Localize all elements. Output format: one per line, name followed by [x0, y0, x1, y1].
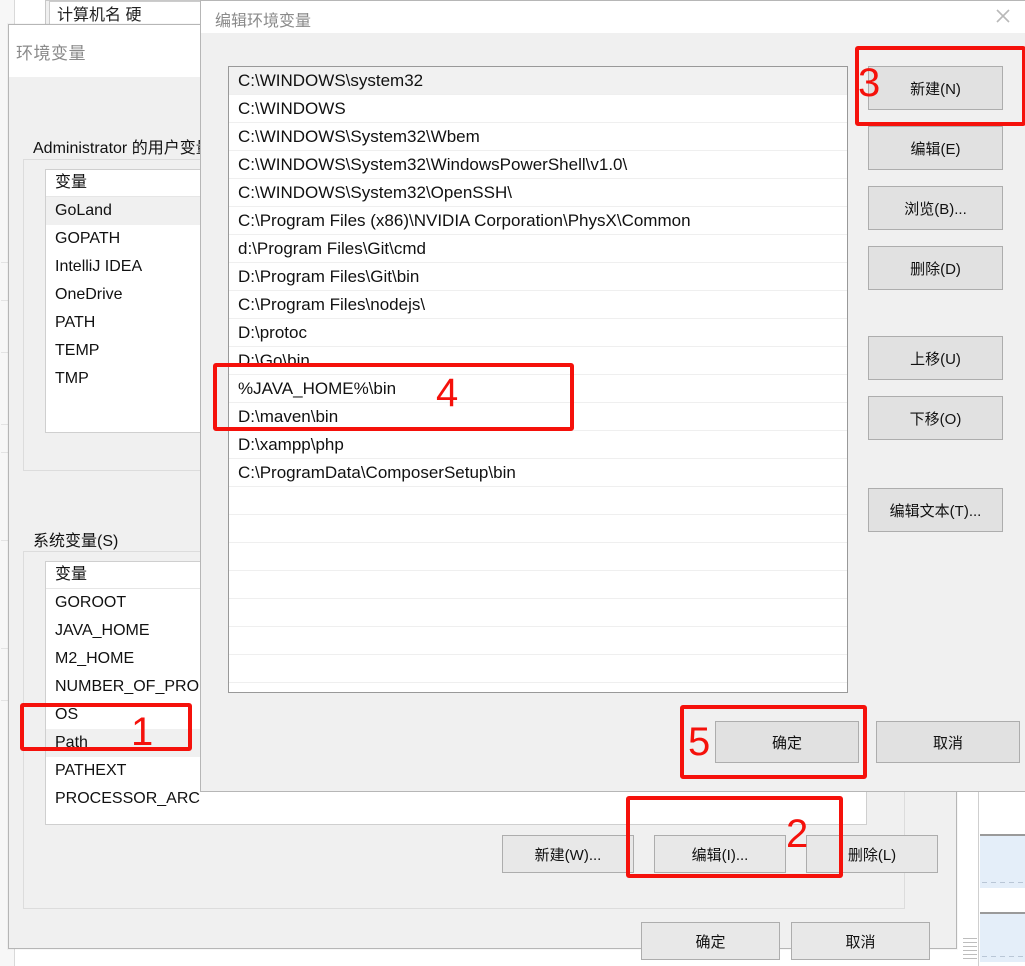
edit-dialog-delete-button[interactable]: 删除(D) — [868, 246, 1003, 290]
path-entry-row[interactable]: D:\maven\bin — [229, 403, 847, 431]
path-entry-row[interactable]: C:\Program Files\nodejs\ — [229, 291, 847, 319]
edit-environment-variable-dialog: 编辑环境变量 C:\WINDOWS\system32 C:\WINDOWS C:… — [200, 0, 1025, 792]
edit-dialog-edit-button[interactable]: 编辑(E) — [868, 126, 1003, 170]
edit-dialog-edit-text-button[interactable]: 编辑文本(T)... — [868, 488, 1003, 532]
path-entry-row[interactable]: C:\WINDOWS\System32\Wbem — [229, 123, 847, 151]
path-entry-row[interactable]: D:\Go\bin — [229, 347, 847, 375]
system-delete-button[interactable]: 删除(L) — [806, 835, 938, 873]
path-entry-row[interactable]: D:\Program Files\Git\bin — [229, 263, 847, 291]
edit-dialog-body: C:\WINDOWS\system32 C:\WINDOWS C:\WINDOW… — [201, 33, 1025, 791]
env-dialog-title: 环境变量 — [16, 44, 86, 63]
path-entry-row[interactable]: D:\protoc — [229, 319, 847, 347]
path-entry-blank[interactable] — [229, 543, 847, 571]
path-entry-row[interactable]: C:\WINDOWS\System32\OpenSSH\ — [229, 179, 847, 207]
path-entry-blank[interactable] — [229, 627, 847, 655]
path-entry-blank[interactable] — [229, 599, 847, 627]
edit-dialog-move-down-button[interactable]: 下移(O) — [868, 396, 1003, 440]
edit-dialog-new-button[interactable]: 新建(N) — [868, 66, 1003, 110]
path-entry-row[interactable]: C:\ProgramData\ComposerSetup\bin — [229, 459, 847, 487]
path-entry-blank[interactable] — [229, 571, 847, 599]
path-entry-blank[interactable] — [229, 487, 847, 515]
path-entry-blank[interactable] — [229, 655, 847, 683]
env-dialog-ok-button[interactable]: 确定 — [641, 922, 780, 960]
edit-dialog-titlebar: 编辑环境变量 — [201, 1, 1025, 33]
user-variables-label: Administrator 的用户变量 — [33, 140, 212, 157]
background-row — [980, 834, 1025, 888]
close-icon[interactable] — [980, 1, 1025, 31]
path-entry-blank[interactable] — [229, 515, 847, 543]
system-edit-button[interactable]: 编辑(I)... — [654, 835, 786, 873]
path-entry-row[interactable]: C:\Program Files (x86)\NVIDIA Corporatio… — [229, 207, 847, 235]
path-entry-row[interactable]: d:\Program Files\Git\cmd — [229, 235, 847, 263]
path-entry-row[interactable]: D:\xampp\php — [229, 431, 847, 459]
edit-dialog-cancel-button[interactable]: 取消 — [876, 721, 1020, 763]
background-grip — [963, 938, 977, 960]
edit-dialog-ok-button[interactable]: 确定 — [715, 721, 859, 763]
edit-dialog-title: 编辑环境变量 — [215, 13, 312, 30]
path-entry-java-home[interactable]: %JAVA_HOME%\bin — [229, 375, 847, 403]
system-variables-label: 系统变量(S) — [33, 533, 119, 550]
path-entry-list[interactable]: C:\WINDOWS\system32 C:\WINDOWS C:\WINDOW… — [228, 66, 848, 693]
path-entry-row[interactable]: C:\WINDOWS\System32\WindowsPowerShell\v1… — [229, 151, 847, 179]
edit-dialog-move-up-button[interactable]: 上移(U) — [868, 336, 1003, 380]
screen-root: 计算机名 硬 环境变量 Administrator 的用户变量 变量 GoLan… — [0, 0, 1025, 966]
edit-dialog-browse-button[interactable]: 浏览(B)... — [868, 186, 1003, 230]
system-new-button[interactable]: 新建(W)... — [502, 835, 634, 873]
path-entry-row[interactable]: C:\WINDOWS — [229, 95, 847, 123]
env-dialog-cancel-button[interactable]: 取消 — [791, 922, 930, 960]
background-row — [980, 912, 1025, 962]
path-entry-row[interactable]: C:\WINDOWS\system32 — [229, 67, 847, 95]
